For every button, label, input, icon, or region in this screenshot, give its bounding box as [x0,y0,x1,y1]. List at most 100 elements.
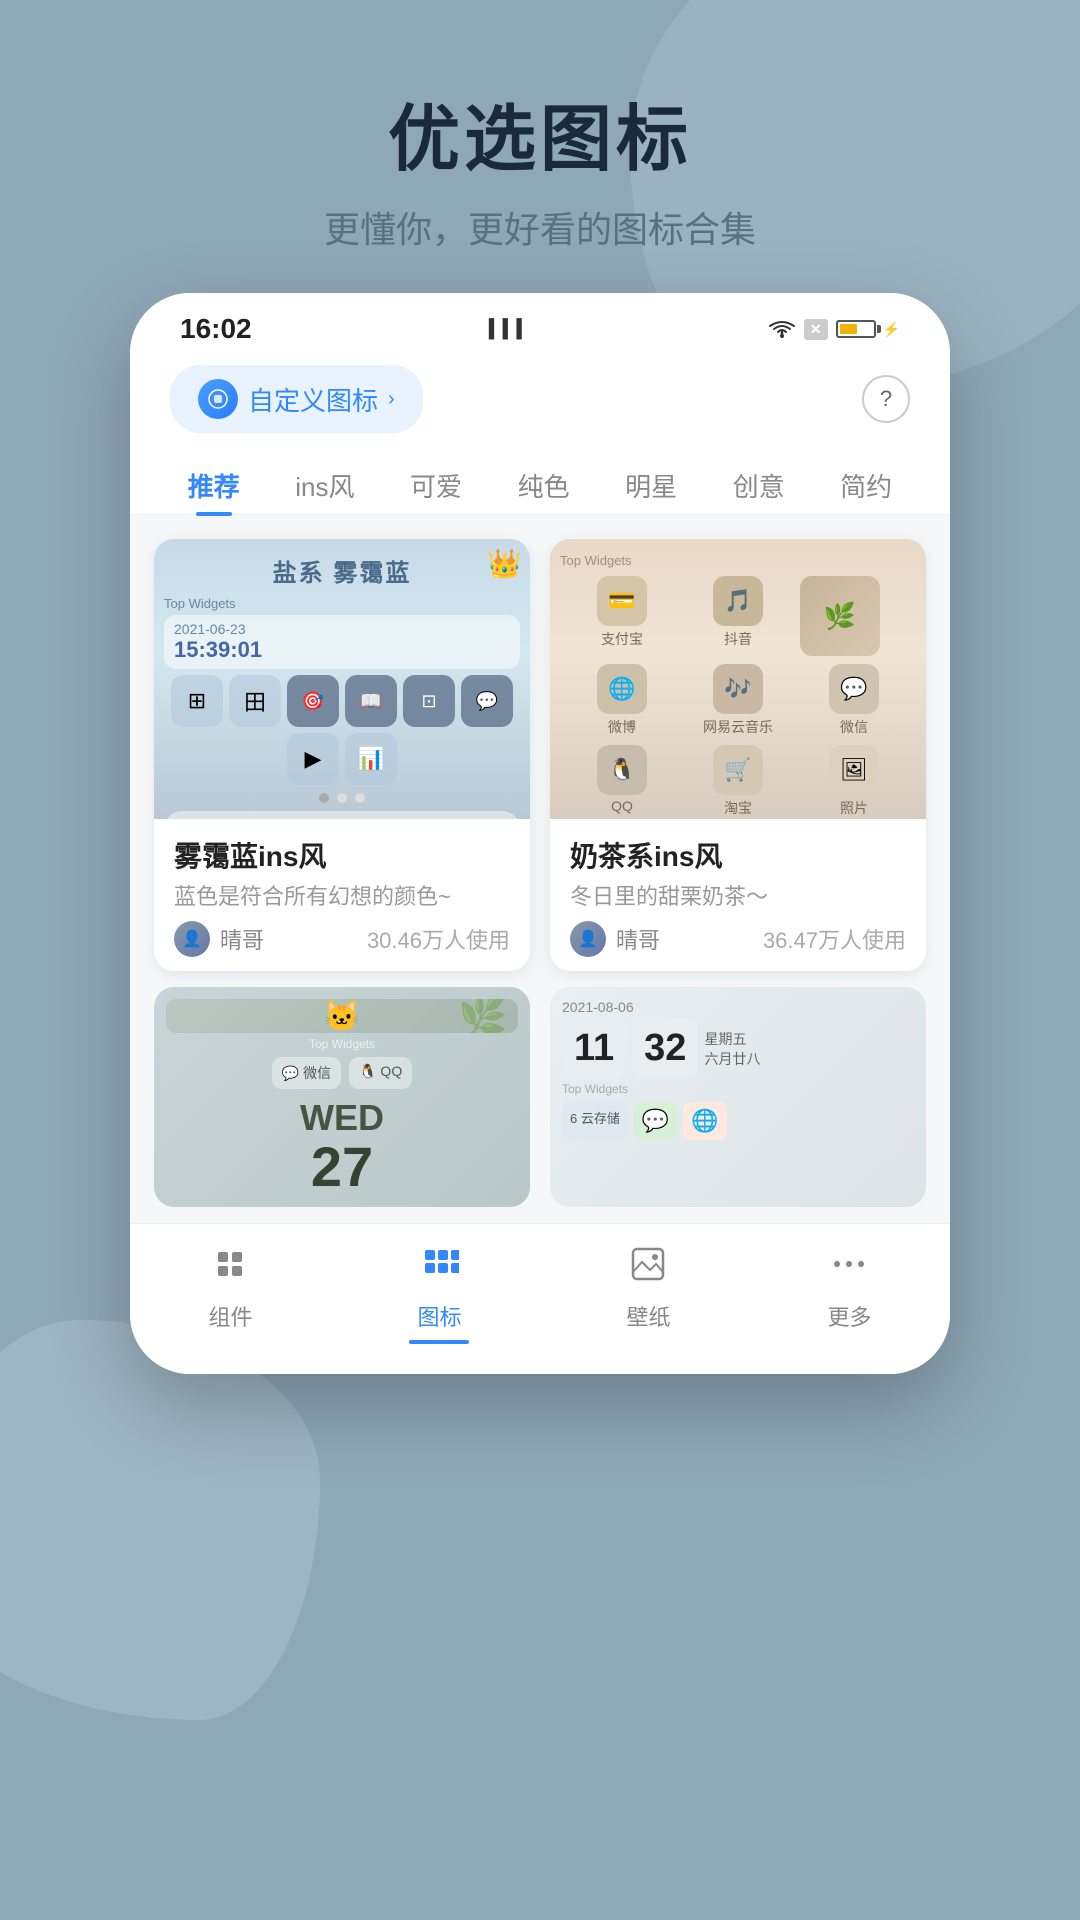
nature-preview: 🐱 🌿 Top Widgets 💬 微信 🐧 QQ WED 27 [154,987,530,1207]
status-bar: 16:02 ▍▍▍ ✕ ⚡ [130,293,950,355]
bottom-wechat-icon: 💬 微信 [272,1057,341,1089]
nav-wallpaper-label: 壁纸 [626,1300,670,1332]
mini-icon-8: 📊 [345,733,397,785]
status-time: 16:02 [180,313,252,345]
beige-app-weibo: 🌐 微博 [568,664,676,737]
beige-theme-users: 36.47万人使用 [763,923,906,955]
app-bottom-nav: 组件 图标 [130,1223,950,1374]
calendar-lunar: 六月廿八 [704,1049,760,1069]
tabs-bar: 推荐 ins风 可爱 纯色 明星 创意 简约 [130,449,950,515]
phone-mockup: 16:02 ▍▍▍ ✕ ⚡ [130,293,950,1374]
tab-ins[interactable]: ins风 [279,457,370,514]
nav-more-icon [829,1244,869,1294]
nav-more[interactable]: 更多 [827,1244,871,1344]
bottom-date-wed: WED [300,1097,384,1139]
calendar-widgets-label: Top Widgets [562,1082,914,1096]
beige-theme-desc: 冬日里的甜栗奶茶～ [570,879,906,911]
page-title: 优选图标 [0,80,1080,185]
mini-icon-5: ⊡ [403,675,455,727]
beige-theme-info: 奶茶系ins风 冬日里的甜栗奶茶～ 👤 晴哥 36.47万人使用 [550,819,926,971]
blue-theme-name: 雾霭蓝ins风 [174,835,510,875]
beige-theme-footer: 👤 晴哥 36.47万人使用 [570,921,906,957]
blue-theme-users: 30.46万人使用 [367,923,510,955]
signal-icon: ▍▍▍ [489,319,531,340]
beige-theme-name: 奶茶系ins风 [570,835,906,875]
beige-apps-grid: 💳 支付宝 🎵 抖音 🌿 🌐 微博 🎶 网易云音乐 [560,568,916,819]
bg-decoration-2 [0,1320,320,1720]
status-icons: ✕ ⚡ [768,319,900,340]
nav-icons-label: 图标 [417,1300,461,1332]
top-widgets-label-blue: Top Widgets [164,596,236,611]
beige-author-avatar: 👤 [570,921,606,957]
signal-x-icon: ✕ [804,319,828,340]
help-icon: ? [880,386,892,412]
nav-widgets-label: 组件 [208,1300,252,1332]
custom-icon-circle-icon [198,379,238,419]
bottom-card-nature[interactable]: 🐱 🌿 Top Widgets 💬 微信 🐧 QQ WED 27 [154,987,530,1207]
theme-preview-beige: 📌 🏷️ 📷 Top Widgets 💳 支付宝 🎵 抖音 🌿 [550,539,926,819]
beige-app-alipay: 💳 支付宝 [568,576,676,656]
top-widgets-label-beige: Top Widgets [560,553,632,568]
tab-recommend[interactable]: 推荐 [172,457,256,514]
calendar-app-icons: 6 云存储 💬 🌐 [562,1102,914,1140]
custom-icon-button[interactable]: 自定义图标 › [170,365,423,433]
custom-icon-arrow-icon: › [388,388,395,411]
theme-card-blue[interactable]: 👑 盐系 雾霭蓝 Top Widgets 2021-06-23 15:39:01 [154,539,530,971]
nav-widgets[interactable]: 组件 [208,1244,252,1344]
tab-creative[interactable]: 创意 [717,457,801,514]
mini-icon-4: 📖 [345,675,397,727]
tab-cute[interactable]: 可爱 [394,457,478,514]
nav-wallpaper-icon [628,1244,668,1294]
calendar-num2: 32 [644,1027,686,1069]
beige-author-name: 晴哥 [616,923,660,955]
slide-dots-blue [319,785,365,811]
help-button[interactable]: ? [862,375,910,423]
blue-theme-desc: 蓝色是符合所有幻想的颜色~ [174,879,510,911]
blue-theme-footer: 👤 晴哥 30.46万人使用 [174,921,510,957]
theme-card-beige[interactable]: 📌 🏷️ 📷 Top Widgets 💳 支付宝 🎵 抖音 🌿 [550,539,926,971]
nav-wallpaper[interactable]: 壁纸 [626,1244,670,1344]
calendar-preview: 2021-08-06 11 32 星期五 六月廿八 Top Widgets 6 … [550,987,926,1207]
mini-icon-6: 💬 [461,675,513,727]
custom-icon-bar: 自定义图标 › ? [130,355,950,449]
bottom-card-calendar[interactable]: 2021-08-06 11 32 星期五 六月廿八 Top Widgets 6 … [550,987,926,1207]
blue-theme-title: 盐系 雾霭蓝 [273,560,412,587]
blue-theme-info: 雾霭蓝ins风 蓝色是符合所有幻想的颜色~ 👤 晴哥 30.46万人使用 [154,819,530,971]
page-subtitle: 更懂你，更好看的图标合集 [0,201,1080,253]
mini-icon-2: 田 [229,675,281,727]
nav-icons[interactable]: 图标 [409,1244,469,1344]
tab-simple[interactable]: 简约 [824,457,908,514]
bottom-date-27: 27 [311,1139,373,1195]
tab-star[interactable]: 明星 [609,457,693,514]
beige-app-netease: 🎶 网易云音乐 [684,664,792,737]
theme-grid: 👑 盐系 雾霭蓝 Top Widgets 2021-06-23 15:39:01 [130,515,950,987]
date-widget: 2021-06-23 15:39:01 [164,615,520,669]
mini-app-icons: ⊞ 田 🎯 📖 ⊡ 💬 ▶ 📊 [164,675,520,785]
mini-icon-7: ▶ [287,733,339,785]
custom-icon-label: 自定义图标 [248,381,378,418]
beige-photo-widget: 🌿 [800,576,880,656]
blue-dock: 📞 ✉️ 💬 📷 [164,811,520,819]
calendar-num1: 11 [574,1027,614,1069]
tab-plain[interactable]: 纯色 [502,457,586,514]
nav-widgets-icon [210,1244,250,1294]
page-header: 优选图标 更懂你，更好看的图标合集 [0,0,1080,293]
mini-icon-1: ⊞ [171,675,223,727]
nav-icons-icon [419,1244,459,1294]
blue-author-avatar: 👤 [174,921,210,957]
beige-app-wechat: 💬 微信 [800,664,908,737]
beige-app-qq: 🐧 QQ [568,745,676,818]
calendar-day: 星期五 [704,1029,760,1049]
beige-app-douyin: 🎵 抖音 [684,576,792,656]
bottom-qq-icon: 🐧 QQ [349,1057,412,1089]
theme-preview-blue: 👑 盐系 雾霭蓝 Top Widgets 2021-06-23 15:39:01 [154,539,530,819]
nav-more-label: 更多 [827,1300,871,1332]
beige-app-taobao: 🛒 淘宝 [684,745,792,818]
battery-icon: ⚡ [836,320,900,338]
calendar-time-row: 11 32 星期五 六月廿八 [562,1019,914,1078]
mini-icon-3: 🎯 [287,675,339,727]
calendar-side-info: 星期五 六月廿八 [704,1029,760,1069]
nav-active-indicator [409,1340,469,1344]
crown-icon: 👑 [487,547,522,580]
bottom-cards: 🐱 🌿 Top Widgets 💬 微信 🐧 QQ WED 27 2021-08… [130,987,950,1223]
